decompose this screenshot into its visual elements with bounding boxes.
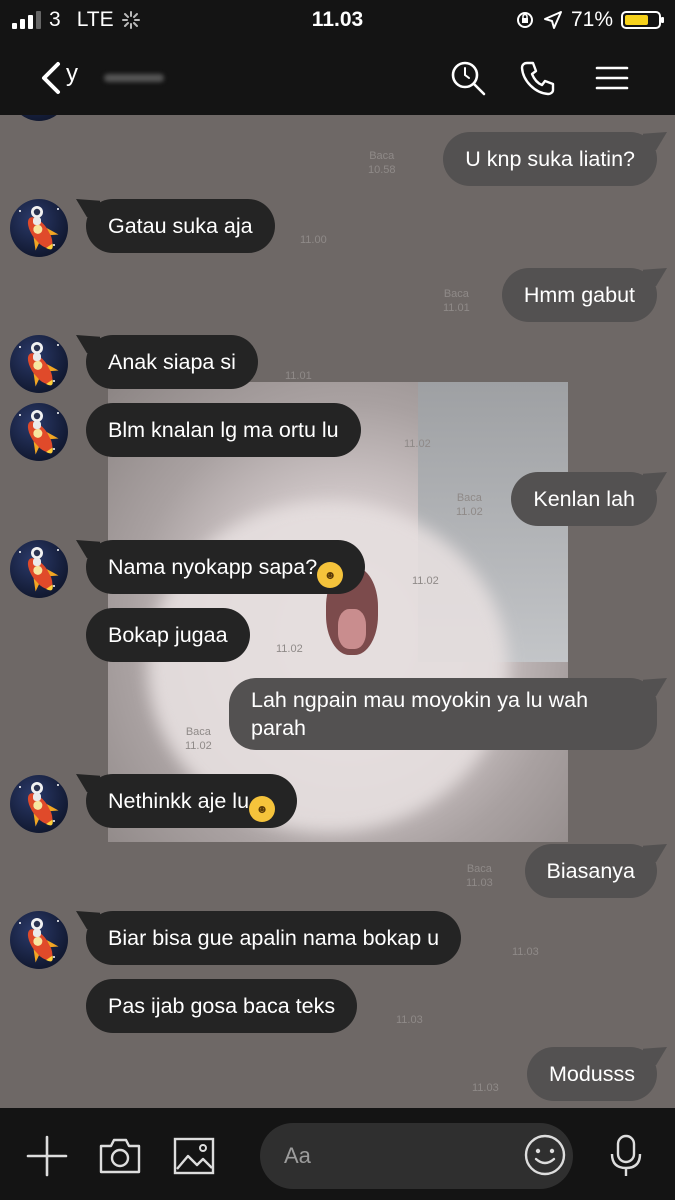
- message-bubble-incoming[interactable]: Pas ijab gosa baca teks: [86, 979, 358, 1033]
- message-text: Pas ijab gosa baca teks: [108, 994, 336, 1018]
- message-bubble-outgoing[interactable]: U knp suka liatin?: [443, 132, 657, 186]
- avatar[interactable]: [10, 911, 68, 969]
- battery-level: [625, 15, 648, 25]
- message-text: Anak siapa si: [108, 350, 236, 374]
- message-time: 11.02: [412, 575, 439, 587]
- message-text: U knp suka liatin?: [465, 147, 635, 171]
- message-text: Gatau suka aja: [108, 214, 253, 238]
- camera-icon[interactable]: [98, 1134, 142, 1178]
- input-placeholder: Aa: [284, 1143, 311, 1168]
- message-bubble-incoming[interactable]: Nama nyokapp sapa? ☻: [86, 540, 366, 594]
- message-bubble-incoming[interactable]: Anak siapa si: [86, 335, 258, 389]
- avatar[interactable]: [10, 335, 68, 393]
- contact-name-redacted: [104, 74, 164, 82]
- chat-area[interactable]: U knp suka liatin? Baca 10.58 Gatau suka …: [0, 115, 675, 1108]
- status-right: 71%: [515, 8, 664, 32]
- avatar[interactable]: [10, 403, 68, 461]
- message-time: 11.03: [396, 1014, 423, 1026]
- laughing-emoji-icon: ☻: [317, 562, 344, 588]
- microphone-icon[interactable]: [604, 1134, 648, 1178]
- message-time: 11.00: [300, 234, 327, 246]
- read-receipt: Baca: [456, 492, 482, 504]
- read-receipt: Baca: [466, 863, 492, 875]
- avatar[interactable]: [10, 199, 68, 257]
- message-bubble-incoming[interactable]: Nethinkk aje lu ☻: [86, 774, 298, 828]
- message-time: 11.03: [512, 946, 539, 958]
- message-text: Biar bisa gue apalin nama bokap u: [108, 926, 440, 950]
- message-meta: Baca 11.02: [185, 725, 212, 753]
- message-time: 11.01: [285, 370, 312, 382]
- read-receipt: Baca: [369, 150, 395, 162]
- message-bubble-incoming[interactable]: Blm knalan lg ma ortu lu: [86, 403, 361, 457]
- location-icon: [543, 11, 562, 29]
- message-compose-bar: Aa: [0, 1108, 675, 1200]
- rotation-lock-icon: [516, 12, 533, 28]
- message-time: 11.03: [466, 877, 493, 889]
- message-meta: Baca 11.03: [466, 862, 493, 890]
- phone-icon[interactable]: [518, 58, 558, 98]
- message-meta: Baca 10.58: [368, 149, 396, 177]
- message-time: 11.02: [276, 643, 303, 655]
- read-receipt: Baca: [185, 726, 211, 738]
- message-text: Modusss: [548, 1062, 635, 1086]
- message-bubble-incoming[interactable]: Biar bisa gue apalin nama bokap u: [86, 911, 462, 965]
- message-text: Blm knalan lg ma ortu lu: [108, 418, 339, 442]
- message-bubble-outgoing[interactable]: Kenlan lah: [511, 472, 657, 526]
- message-text: Hmm gabut: [523, 283, 635, 307]
- message-text: Biasanya: [546, 859, 635, 883]
- message-bubble-outgoing[interactable]: Lah ngpain mau moyokin ya lu wah parah: [229, 678, 657, 750]
- menu-icon[interactable]: [592, 58, 632, 98]
- search-icon[interactable]: [448, 58, 488, 98]
- chat-header: y: [0, 40, 675, 115]
- message-meta: Baca 11.01: [443, 287, 470, 315]
- message-time: 11.02: [404, 438, 431, 450]
- emoji-icon[interactable]: [522, 1132, 568, 1178]
- image-icon[interactable]: [172, 1134, 216, 1178]
- message-bubble-outgoing[interactable]: Biasanya: [524, 844, 657, 898]
- message-bubble-incoming[interactable]: Bokap jugaa: [86, 608, 250, 662]
- status-bar: 3 LTE 11.03 71%: [0, 0, 675, 40]
- message-text: Nama nyokapp sapa?: [108, 555, 318, 579]
- plus-icon[interactable]: [25, 1134, 69, 1178]
- message-time: 11.02: [456, 506, 483, 518]
- message-time: 10.58: [368, 164, 396, 176]
- avatar[interactable]: [10, 115, 68, 121]
- message-time: 11.02: [185, 740, 212, 752]
- battery-percent: 71%: [570, 8, 613, 31]
- avatar[interactable]: [10, 775, 68, 833]
- contact-name[interactable]: y: [66, 60, 78, 88]
- message-bubble-outgoing[interactable]: Modusss: [526, 1047, 657, 1101]
- message-time: 11.03: [472, 1082, 499, 1094]
- message-text: Lah ngpain mau moyokin ya lu wah parah: [251, 688, 589, 740]
- message-bubble-incoming[interactable]: Gatau suka aja: [86, 199, 275, 253]
- read-receipt: Baca: [443, 288, 469, 300]
- laughing-emoji-icon: ☻: [249, 796, 276, 822]
- message-text: Kenlan lah: [533, 487, 635, 511]
- message-text: Nethinkk aje lu: [108, 789, 250, 813]
- avatar[interactable]: [10, 540, 68, 598]
- message-text: Bokap jugaa: [108, 623, 228, 647]
- battery-icon: [621, 11, 664, 29]
- message-bubble-outgoing[interactable]: Hmm gabut: [501, 268, 657, 322]
- message-time: 11.01: [443, 302, 470, 314]
- message-meta: Baca 11.02: [456, 491, 483, 519]
